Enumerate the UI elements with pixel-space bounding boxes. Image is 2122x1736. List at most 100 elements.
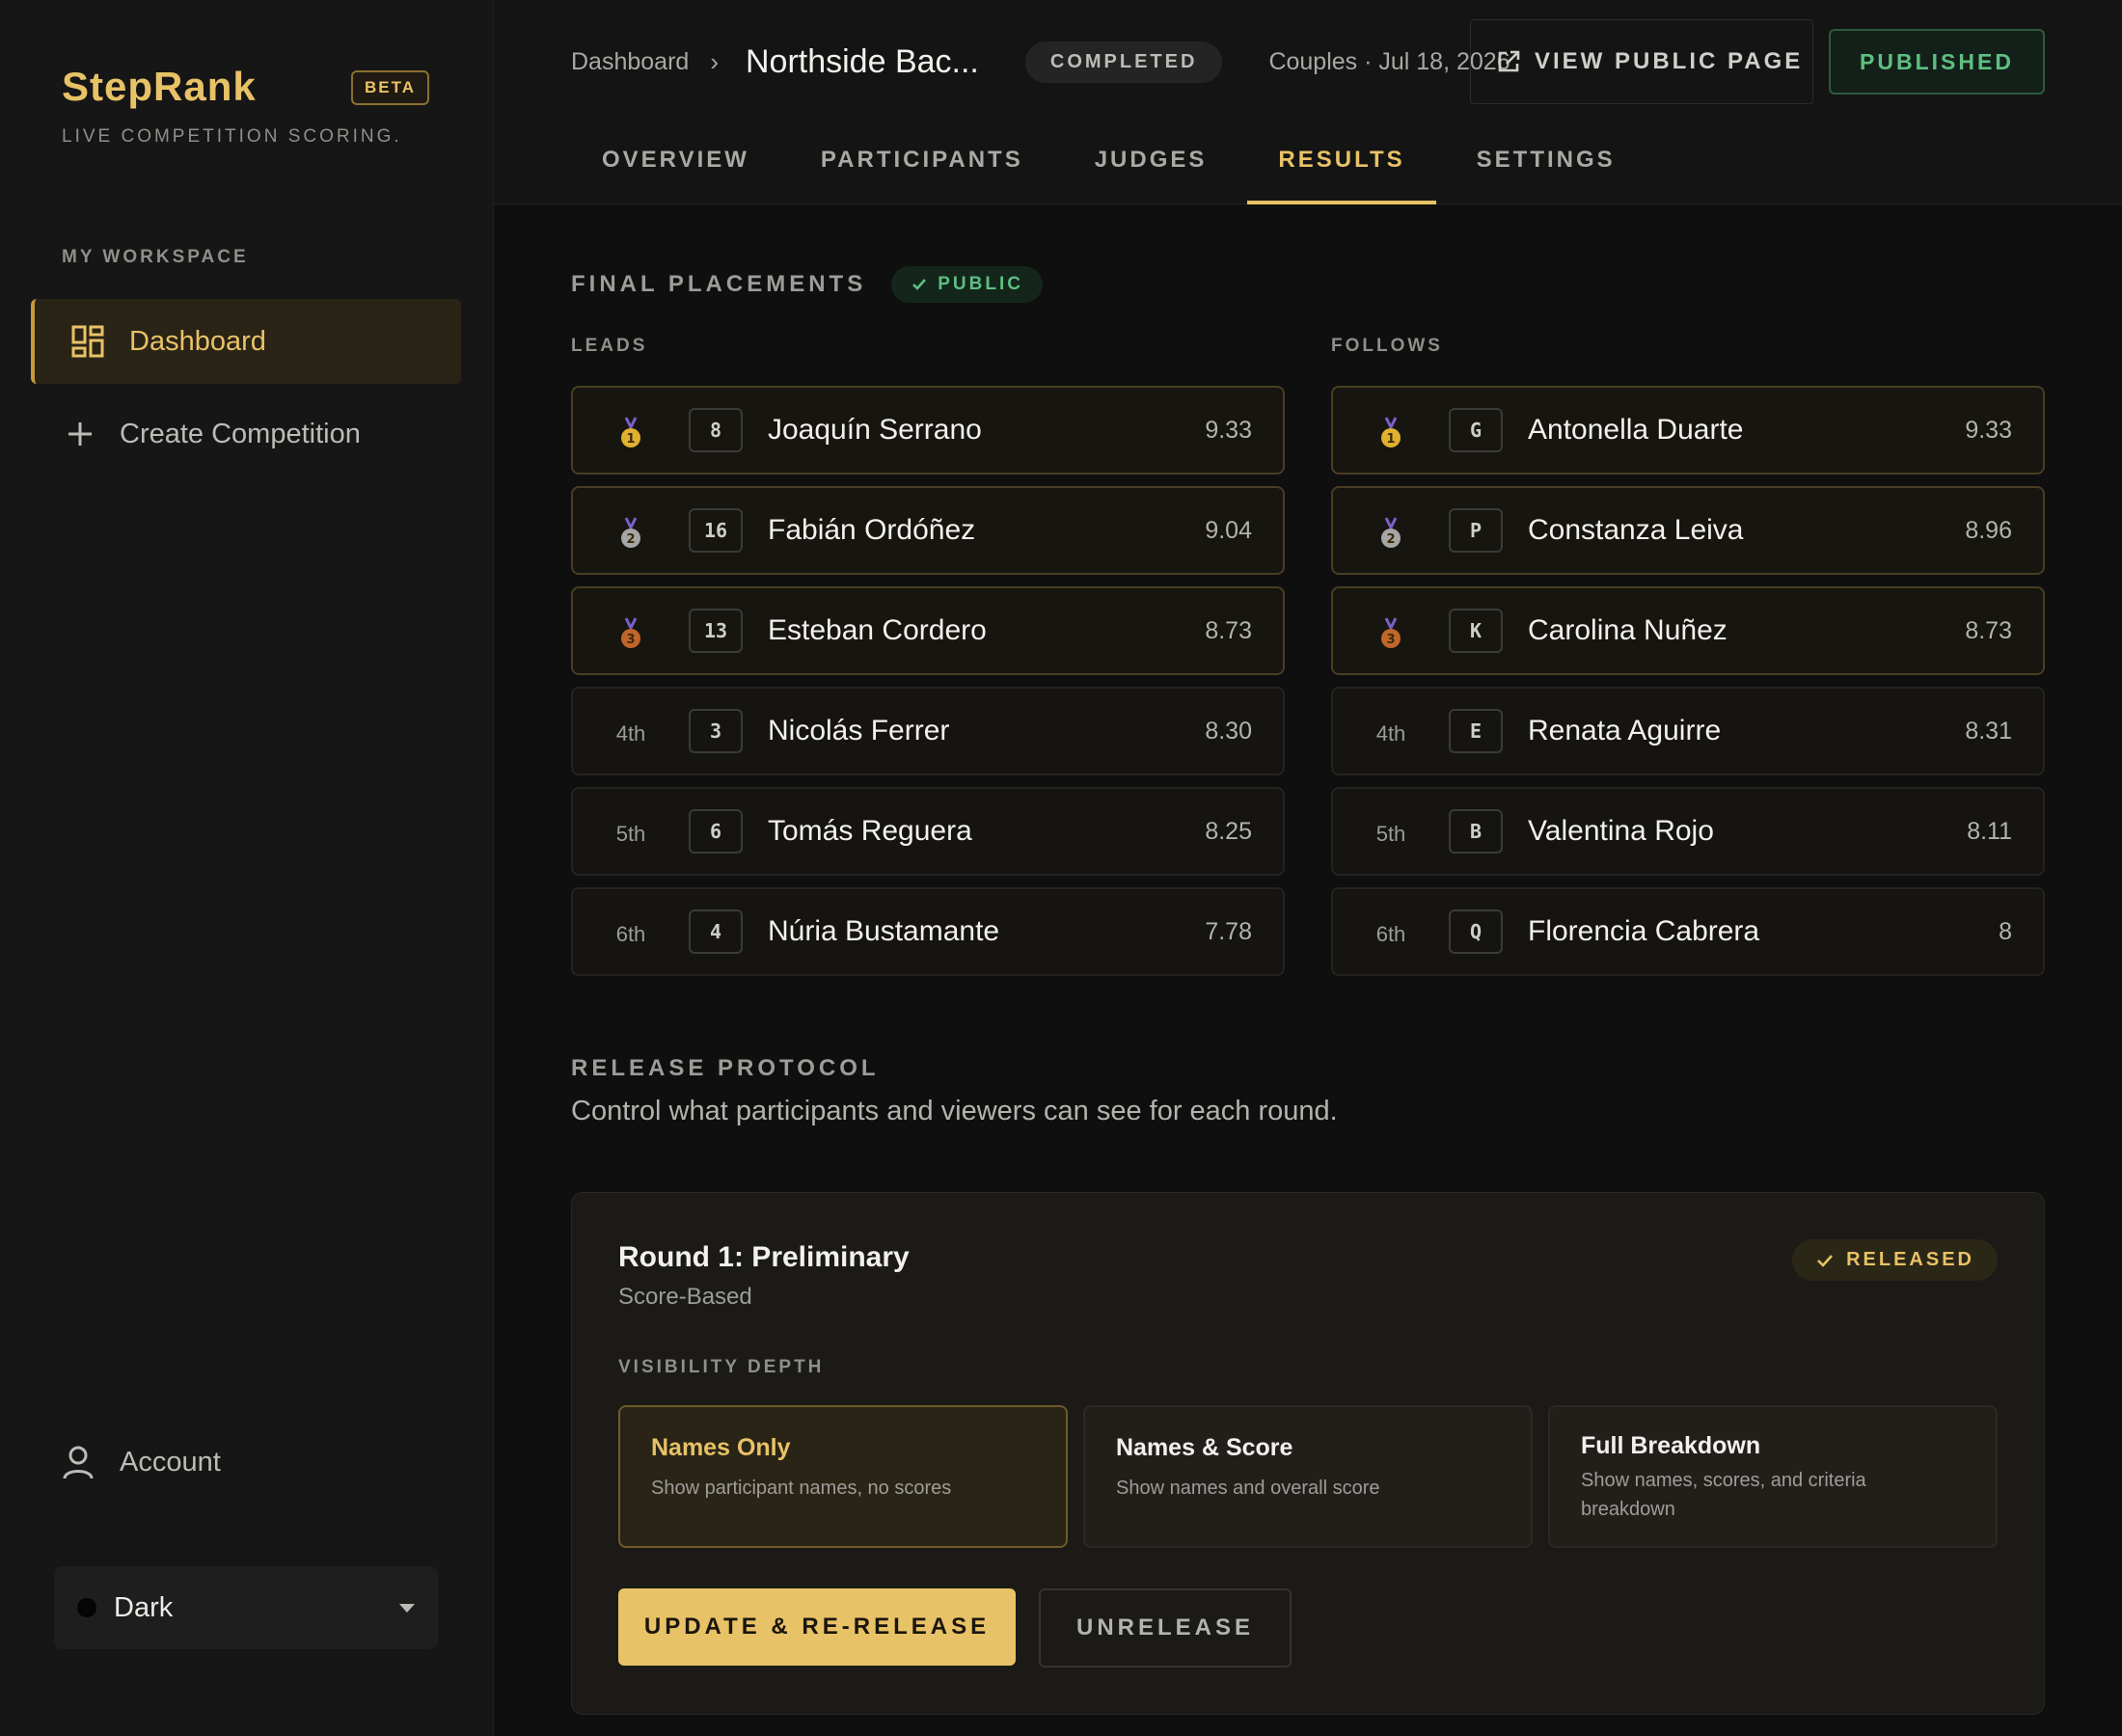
bib-number: 8	[689, 408, 743, 452]
participant-score: 8.73	[1965, 616, 2012, 644]
gold-medal-icon: 1	[573, 410, 689, 450]
participant-score: 9.33	[1205, 416, 1252, 444]
participant-score: 9.04	[1205, 516, 1252, 544]
bib-number: E	[1449, 709, 1503, 753]
dashboard-grid-icon	[71, 325, 104, 358]
participant-name: Fabián Ordóñez	[768, 514, 976, 546]
placement-row[interactable]: 2 16 Fabián Ordóñez 9.04	[571, 486, 1285, 575]
placement-row[interactable]: 4th E Renata Aguirre 8.31	[1331, 687, 2045, 775]
visibility-depth-label: VISIBILITY DEPTH	[618, 1357, 825, 1377]
round-card: Round 1: Preliminary Score-Based RELEASE…	[571, 1192, 2045, 1715]
follows-label: FOLLOWS	[1331, 336, 1443, 356]
main-content: Dashboard › Northside Bac... COMPLETED C…	[494, 0, 2122, 1736]
tab-overview[interactable]: OVERVIEW	[571, 135, 780, 204]
breadcrumb-dashboard-link[interactable]: Dashboard	[571, 48, 689, 76]
svg-text:3: 3	[1386, 633, 1395, 647]
bib-number: P	[1449, 508, 1503, 553]
breadcrumb-separator-icon: ›	[710, 46, 719, 76]
final-placements-header: FINAL PLACEMENTS PUBLIC	[571, 266, 1043, 303]
top-bar: Dashboard › Northside Bac... COMPLETED C…	[494, 0, 2122, 204]
placement-row[interactable]: 4th 3 Nicolás Ferrer 8.30	[571, 687, 1285, 775]
sidebar-item-account[interactable]: Account	[62, 1445, 221, 1479]
bronze-medal-icon: 3	[573, 610, 689, 651]
participant-score: 8.11	[1967, 817, 2012, 845]
bib-number: 4	[689, 909, 743, 954]
unrelease-button[interactable]: UNRELEASE	[1039, 1588, 1292, 1668]
leads-list: 1 8 Joaquín Serrano 9.33 2 16 Fabián Ordóñez 9.…	[571, 386, 1285, 988]
participant-name: Núria Bustamante	[768, 915, 1000, 947]
visibility-option-full-breakdown[interactable]: Full Breakdown Show names, scores, and c…	[1548, 1405, 1998, 1548]
participant-name: Valentina Rojo	[1528, 815, 1714, 847]
final-placements-title: FINAL PLACEMENTS	[571, 271, 867, 297]
option-description: Show participant names, no scores	[651, 1478, 952, 1499]
bib-number: Q	[1449, 909, 1503, 954]
check-icon	[1815, 1251, 1835, 1270]
svg-text:2: 2	[626, 532, 635, 547]
brand-logo[interactable]: StepRank	[62, 64, 257, 110]
tab-bar: OVERVIEW PARTICIPANTS JUDGES RESULTS SET…	[571, 135, 1646, 204]
bib-number: G	[1449, 408, 1503, 452]
placement-row[interactable]: 5th B Valentina Rojo 8.11	[1331, 787, 2045, 876]
participant-score: 7.78	[1205, 917, 1252, 945]
placement-rank: 4th	[615, 721, 646, 746]
participant-name: Renata Aguirre	[1528, 715, 1722, 746]
placement-row[interactable]: 6th 4 Núria Bustamante 7.78	[571, 887, 1285, 976]
bib-number: K	[1449, 609, 1503, 653]
released-badge-label: RELEASED	[1846, 1249, 1974, 1270]
released-badge: RELEASED	[1792, 1239, 1998, 1281]
placement-row[interactable]: 2 P Constanza Leiva 8.96	[1331, 486, 2045, 575]
sidebar-item-label: Create Competition	[120, 418, 361, 449]
option-title: Names & Score	[1116, 1434, 1293, 1461]
status-badge: COMPLETED	[1024, 41, 1223, 83]
tab-judges[interactable]: JUDGES	[1064, 135, 1238, 204]
update-rerelease-button[interactable]: UPDATE & RE-RELEASE	[618, 1588, 1016, 1666]
placement-row[interactable]: 3 13 Esteban Cordero 8.73	[571, 586, 1285, 675]
visibility-option-names-only[interactable]: Names Only Show participant names, no sc…	[618, 1405, 1068, 1548]
svg-text:3: 3	[626, 633, 635, 647]
brand-name: StepRank	[62, 64, 257, 109]
check-icon	[911, 276, 928, 293]
svg-text:1: 1	[626, 432, 635, 447]
participant-name: Joaquín Serrano	[768, 414, 982, 446]
release-protocol-title: RELEASE PROTOCOL	[571, 1055, 880, 1081]
sidebar-item-dashboard[interactable]: Dashboard	[31, 299, 461, 384]
participant-score: 8.30	[1205, 717, 1252, 745]
tab-settings[interactable]: SETTINGS	[1446, 135, 1646, 204]
participant-score: 8.25	[1205, 817, 1252, 845]
app-shell: StepRank BETA LIVE COMPETITION SCORING. …	[0, 0, 2122, 1736]
placement-row[interactable]: 6th Q Florencia Cabrera 8	[1331, 887, 2045, 976]
placement-row[interactable]: 3 K Carolina Nuñez 8.73	[1331, 586, 2045, 675]
sidebar-item-create-competition[interactable]: Create Competition	[31, 392, 461, 476]
page-title: Northside Bac...	[745, 42, 979, 80]
theme-select[interactable]: Dark	[54, 1566, 438, 1649]
public-badge-label: PUBLIC	[938, 274, 1023, 294]
visibility-option-names-score[interactable]: Names & Score Show names and overall sco…	[1083, 1405, 1533, 1548]
placement-row[interactable]: 1 G Antonella Duarte 9.33	[1331, 386, 2045, 475]
silver-medal-icon: 2	[573, 510, 689, 551]
participant-name: Constanza Leiva	[1528, 514, 1744, 546]
chevron-down-icon	[399, 1603, 415, 1613]
view-public-page-button[interactable]: VIEW PUBLIC PAGE	[1470, 19, 1813, 104]
tab-results[interactable]: RESULTS	[1247, 135, 1436, 204]
placement-rank: 5th	[615, 822, 646, 846]
plus-icon	[66, 420, 95, 448]
external-link-icon	[1496, 49, 1521, 74]
placement-rank: 6th	[1375, 922, 1406, 946]
breadcrumb: Dashboard › Northside Bac... COMPLETED C…	[571, 39, 1510, 85]
participant-score: 8.31	[1965, 717, 2012, 745]
bib-number: 3	[689, 709, 743, 753]
bronze-medal-icon: 3	[1333, 610, 1449, 651]
placement-rank: 6th	[615, 922, 646, 946]
tab-participants[interactable]: PARTICIPANTS	[790, 135, 1054, 204]
bib-number: 16	[689, 508, 743, 553]
published-button[interactable]: PUBLISHED	[1829, 29, 2045, 95]
release-protocol-description: Control what participants and viewers ca…	[571, 1096, 1338, 1126]
placement-row[interactable]: 5th 6 Tomás Reguera 8.25	[571, 787, 1285, 876]
participant-name: Carolina Nuñez	[1528, 614, 1728, 646]
placement-rank: 4th	[1375, 721, 1406, 746]
sidebar: StepRank BETA LIVE COMPETITION SCORING. …	[0, 0, 494, 1736]
round-subtitle: Score-Based	[618, 1284, 752, 1310]
participant-name: Tomás Reguera	[768, 815, 972, 847]
placement-row[interactable]: 1 8 Joaquín Serrano 9.33	[571, 386, 1285, 475]
participant-name: Nicolás Ferrer	[768, 715, 950, 746]
